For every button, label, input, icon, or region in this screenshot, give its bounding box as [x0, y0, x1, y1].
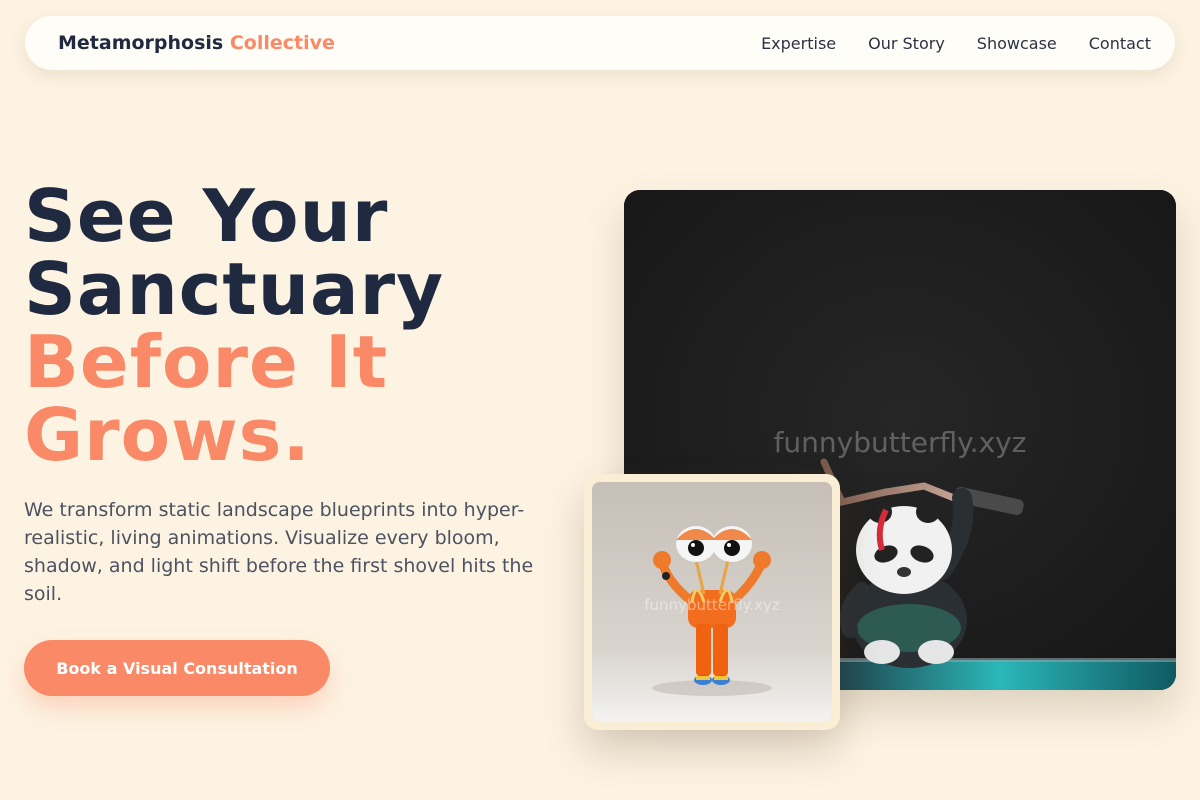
- showcase-inset-image: funnybutterfly.xyz: [592, 482, 832, 722]
- book-consultation-button[interactable]: Book a Visual Consultation: [24, 640, 330, 696]
- brand-name-accent: Collective: [229, 32, 335, 54]
- hero-title-line-2: Sanctuary: [24, 247, 445, 331]
- showcase-inset-card: funnybutterfly.xyz: [584, 474, 840, 730]
- brand-logo[interactable]: Metamorphosis Collective: [58, 32, 335, 54]
- nav-links: Expertise Our Story Showcase Contact: [761, 34, 1151, 53]
- nav-link-showcase[interactable]: Showcase: [977, 34, 1057, 53]
- hero-title-line-3: Before It: [24, 320, 389, 404]
- nav-link-expertise[interactable]: Expertise: [761, 34, 836, 53]
- main-image-watermark: funnybutterfly.xyz: [773, 426, 1027, 459]
- hero-title: See Your Sanctuary Before It Grows.: [24, 180, 444, 472]
- brand-name-primary: Metamorphosis: [58, 32, 224, 54]
- nav-link-contact[interactable]: Contact: [1089, 34, 1151, 53]
- inset-image-watermark: funnybutterfly.xyz: [644, 596, 780, 614]
- hero-title-line-4: Grows.: [24, 393, 311, 477]
- hero-title-line-1: See Your: [24, 174, 389, 258]
- top-navbar: Metamorphosis Collective Expertise Our S…: [25, 16, 1175, 70]
- hero-description: We transform static landscape blueprints…: [24, 499, 534, 605]
- nav-link-our-story[interactable]: Our Story: [868, 34, 945, 53]
- landing-page: Metamorphosis Collective Expertise Our S…: [0, 0, 1200, 800]
